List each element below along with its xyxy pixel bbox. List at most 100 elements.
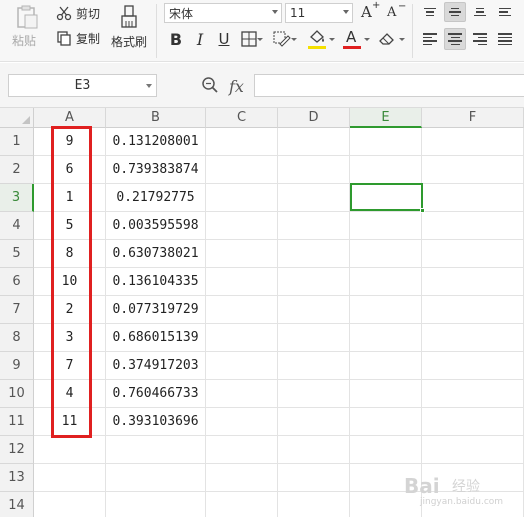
align-right-button[interactable] — [470, 28, 490, 50]
cell-c4[interactable] — [206, 212, 278, 240]
cell-d5[interactable] — [278, 240, 350, 268]
cell-c14[interactable] — [206, 492, 278, 517]
column-header-d[interactable]: D — [278, 108, 350, 128]
insert-function-button[interactable]: fx — [229, 77, 244, 96]
cell-f4[interactable] — [422, 212, 524, 240]
cell-c1[interactable] — [206, 128, 278, 156]
row-header-1[interactable]: 1 — [0, 128, 34, 156]
cell-f7[interactable] — [422, 296, 524, 324]
row-header-7[interactable]: 7 — [0, 296, 34, 324]
cell-e1[interactable] — [350, 128, 422, 156]
cell-d4[interactable] — [278, 212, 350, 240]
cell-f3[interactable] — [422, 184, 524, 212]
row-header-10[interactable]: 10 — [0, 380, 34, 408]
cell-b2[interactable]: 0.739383874 — [106, 156, 206, 184]
zoom-icon[interactable] — [201, 76, 219, 94]
row-header-8[interactable]: 8 — [0, 324, 34, 352]
increase-font-button[interactable]: A + — [358, 0, 380, 24]
align-top-button[interactable] — [420, 2, 440, 22]
cell-f6[interactable] — [422, 268, 524, 296]
name-box[interactable]: E3 — [8, 74, 157, 97]
cell-d6[interactable] — [278, 268, 350, 296]
cell-e5[interactable] — [350, 240, 422, 268]
cell-c13[interactable] — [206, 464, 278, 492]
column-header-b[interactable]: B — [106, 108, 206, 128]
row-header-12[interactable]: 12 — [0, 436, 34, 464]
cell-e12[interactable] — [350, 436, 422, 464]
cell-f5[interactable] — [422, 240, 524, 268]
cut-button[interactable]: 剪切 — [54, 3, 104, 23]
borders-button[interactable] — [238, 28, 264, 50]
cell-e10[interactable] — [350, 380, 422, 408]
align-left-button[interactable] — [420, 28, 440, 50]
cell-c12[interactable] — [206, 436, 278, 464]
cell-a13[interactable] — [34, 464, 106, 492]
cell-d9[interactable] — [278, 352, 350, 380]
column-header-e[interactable]: E — [350, 108, 422, 128]
cell-c2[interactable] — [206, 156, 278, 184]
cell-e4[interactable] — [350, 212, 422, 240]
cell-d7[interactable] — [278, 296, 350, 324]
cell-e9[interactable] — [350, 352, 422, 380]
copy-button[interactable]: 复制 — [54, 28, 104, 48]
cell-c7[interactable] — [206, 296, 278, 324]
cell-c5[interactable] — [206, 240, 278, 268]
column-header-a[interactable]: A — [34, 108, 106, 128]
cell-b9[interactable]: 0.374917203 — [106, 352, 206, 380]
row-header-9[interactable]: 9 — [0, 352, 34, 380]
cell-b4[interactable]: 0.003595598 — [106, 212, 206, 240]
column-header-c[interactable]: C — [206, 108, 278, 128]
justify-button[interactable] — [494, 28, 516, 50]
cell-b10[interactable]: 0.760466733 — [106, 380, 206, 408]
row-header-3[interactable]: 3 — [0, 184, 34, 212]
select-all-corner[interactable] — [0, 108, 34, 128]
cell-c9[interactable] — [206, 352, 278, 380]
cell-d14[interactable] — [278, 492, 350, 517]
cell-a12[interactable] — [34, 436, 106, 464]
cell-d8[interactable] — [278, 324, 350, 352]
cell-b1[interactable]: 0.131208001 — [106, 128, 206, 156]
cell-c11[interactable] — [206, 408, 278, 436]
cell-b6[interactable]: 0.136104335 — [106, 268, 206, 296]
cell-b8[interactable]: 0.686015139 — [106, 324, 206, 352]
cell-b12[interactable] — [106, 436, 206, 464]
cell-c6[interactable] — [206, 268, 278, 296]
row-header-5[interactable]: 5 — [0, 240, 34, 268]
cell-e6[interactable] — [350, 268, 422, 296]
cell-e8[interactable] — [350, 324, 422, 352]
cell-d1[interactable] — [278, 128, 350, 156]
row-header-11[interactable]: 11 — [0, 408, 34, 436]
cell-b13[interactable] — [106, 464, 206, 492]
cell-b5[interactable]: 0.630738021 — [106, 240, 206, 268]
cell-f11[interactable] — [422, 408, 524, 436]
cell-e2[interactable] — [350, 156, 422, 184]
format-painter-button[interactable]: 格式刷 — [108, 2, 150, 54]
cell-f1[interactable] — [422, 128, 524, 156]
row-header-2[interactable]: 2 — [0, 156, 34, 184]
cell-d11[interactable] — [278, 408, 350, 436]
font-size-select[interactable]: 11 — [285, 3, 353, 23]
cell-f8[interactable] — [422, 324, 524, 352]
cell-d10[interactable] — [278, 380, 350, 408]
cell-c8[interactable] — [206, 324, 278, 352]
cell-b11[interactable]: 0.393103696 — [106, 408, 206, 436]
decrease-font-button[interactable]: A − — [384, 1, 406, 24]
paste-button[interactable]: 粘贴 — [8, 2, 44, 54]
cell-f9[interactable] — [422, 352, 524, 380]
align-middle-button[interactable] — [444, 2, 466, 22]
cell-f2[interactable] — [422, 156, 524, 184]
cell-b14[interactable] — [106, 492, 206, 517]
row-header-13[interactable]: 13 — [0, 464, 34, 492]
cell-d3[interactable] — [278, 184, 350, 212]
align-center-button[interactable] — [444, 28, 466, 50]
align-bottom-button[interactable] — [470, 2, 490, 22]
cell-d2[interactable] — [278, 156, 350, 184]
cell-f12[interactable] — [422, 436, 524, 464]
cell-c10[interactable] — [206, 380, 278, 408]
underline-button[interactable]: U — [213, 28, 235, 50]
bold-button[interactable]: B — [165, 28, 187, 50]
cell-e11[interactable] — [350, 408, 422, 436]
fill-handle[interactable] — [420, 208, 425, 213]
cell-style-button[interactable] — [270, 28, 298, 50]
cell-a14[interactable] — [34, 492, 106, 517]
